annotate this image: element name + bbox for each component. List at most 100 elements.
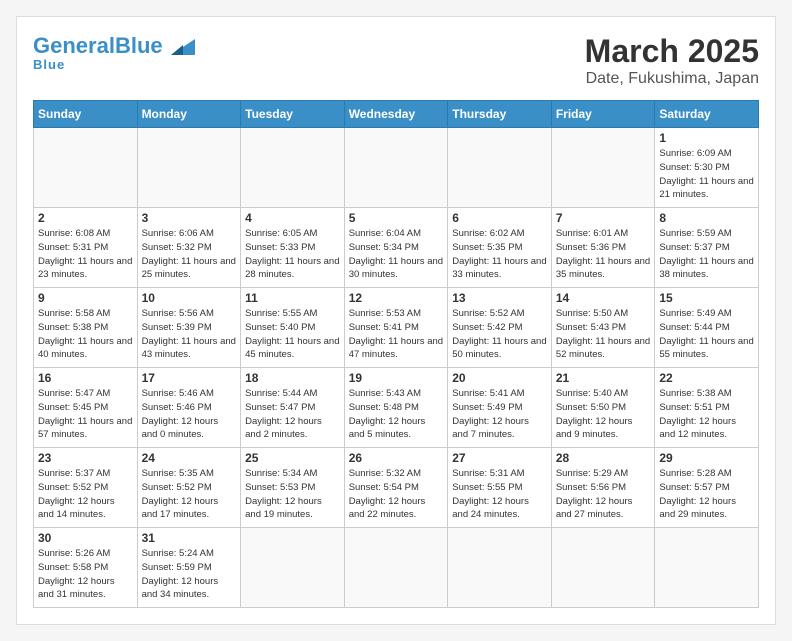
calendar-cell: 31 Sunrise: 5:24 AM Sunset: 5:59 PM Dayli…: [137, 528, 241, 608]
calendar-cell: 17 Sunrise: 5:46 AM Sunset: 5:46 PM Dayli…: [137, 368, 241, 448]
day-number: 4: [245, 211, 340, 225]
day-number: 6: [452, 211, 547, 225]
day-info: Sunrise: 5:53 AM Sunset: 5:41 PM Dayligh…: [349, 307, 444, 362]
calendar-cell: [34, 128, 138, 208]
day-number: 11: [245, 291, 340, 305]
day-header-saturday: Saturday: [655, 101, 759, 128]
day-info: Sunrise: 5:47 AM Sunset: 5:45 PM Dayligh…: [38, 387, 133, 442]
calendar-subtitle: Date, Fukushima, Japan: [585, 70, 759, 88]
calendar-cell: [137, 128, 241, 208]
day-number: 30: [38, 531, 133, 545]
calendar-week-3: 16Sunrise: 5:47 AM Sunset: 5:45 PM Dayli…: [34, 368, 759, 448]
calendar-week-5: 30Sunrise: 5:26 AM Sunset: 5:58 PM Dayli…: [34, 528, 759, 608]
day-number: 13: [452, 291, 547, 305]
day-number: 29: [659, 451, 754, 465]
calendar-cell: 10 Sunrise: 5:56 AM Sunset: 5:39 PM Dayli…: [137, 288, 241, 368]
calendar-cell: 15Sunrise: 5:49 AM Sunset: 5:44 PM Dayli…: [655, 288, 759, 368]
day-info: Sunrise: 5:37 AM Sunset: 5:52 PM Dayligh…: [38, 467, 133, 522]
calendar-week-0: 1Sunrise: 6:09 AM Sunset: 5:30 PM Daylig…: [34, 128, 759, 208]
day-header-thursday: Thursday: [448, 101, 552, 128]
logo-icon: [167, 31, 195, 59]
day-info: Sunrise: 5:32 AM Sunset: 5:54 PM Dayligh…: [349, 467, 444, 522]
day-info: Sunrise: 5:59 AM Sunset: 5:37 PM Dayligh…: [659, 227, 754, 282]
calendar-cell: [344, 128, 448, 208]
calendar-cell: 9 Sunrise: 5:58 AM Sunset: 5:38 PM Daylig…: [34, 288, 138, 368]
day-info: Sunrise: 6:05 AM Sunset: 5:33 PM Dayligh…: [245, 227, 340, 282]
day-number: 26: [349, 451, 444, 465]
calendar-cell: 14Sunrise: 5:50 AM Sunset: 5:43 PM Dayli…: [551, 288, 655, 368]
calendar-cell: 25Sunrise: 5:34 AM Sunset: 5:53 PM Dayli…: [241, 448, 345, 528]
header: GeneralBlue Blue March 2025 Date, Fukush…: [33, 33, 759, 88]
calendar-cell: [655, 528, 759, 608]
day-info: Sunrise: 6:02 AM Sunset: 5:35 PM Dayligh…: [452, 227, 547, 282]
calendar-cell: 7 Sunrise: 6:01 AM Sunset: 5:36 PM Daylig…: [551, 208, 655, 288]
day-header-monday: Monday: [137, 101, 241, 128]
day-number: 8: [659, 211, 754, 225]
day-info: Sunrise: 6:08 AM Sunset: 5:31 PM Dayligh…: [38, 227, 133, 282]
calendar-cell: 1Sunrise: 6:09 AM Sunset: 5:30 PM Daylig…: [655, 128, 759, 208]
day-number: 17: [142, 371, 237, 385]
day-number: 5: [349, 211, 444, 225]
day-info: Sunrise: 5:34 AM Sunset: 5:53 PM Dayligh…: [245, 467, 340, 522]
calendar-cell: [551, 128, 655, 208]
day-info: Sunrise: 6:06 AM Sunset: 5:32 PM Dayligh…: [142, 227, 237, 282]
calendar-cell: 28 Sunrise: 5:29 AM Sunset: 5:56 PM Dayli…: [551, 448, 655, 528]
title-block: March 2025 Date, Fukushima, Japan: [585, 33, 759, 88]
day-info: Sunrise: 5:43 AM Sunset: 5:48 PM Dayligh…: [349, 387, 444, 442]
day-info: Sunrise: 6:01 AM Sunset: 5:36 PM Dayligh…: [556, 227, 651, 282]
day-info: Sunrise: 5:55 AM Sunset: 5:40 PM Dayligh…: [245, 307, 340, 362]
logo-subtitle: Blue: [33, 57, 65, 72]
day-number: 10: [142, 291, 237, 305]
calendar-cell: 20Sunrise: 5:41 AM Sunset: 5:49 PM Dayli…: [448, 368, 552, 448]
calendar-week-1: 2Sunrise: 6:08 AM Sunset: 5:31 PM Daylig…: [34, 208, 759, 288]
calendar-cell: [241, 528, 345, 608]
day-number: 18: [245, 371, 340, 385]
day-info: Sunrise: 5:50 AM Sunset: 5:43 PM Dayligh…: [556, 307, 651, 362]
calendar-cell: 27 Sunrise: 5:31 AM Sunset: 5:55 PM Dayli…: [448, 448, 552, 528]
day-number: 21: [556, 371, 651, 385]
calendar-cell: 19Sunrise: 5:43 AM Sunset: 5:48 PM Dayli…: [344, 368, 448, 448]
calendar-cell: 23 Sunrise: 5:37 AM Sunset: 5:52 PM Dayli…: [34, 448, 138, 528]
calendar-cell: 8 Sunrise: 5:59 AM Sunset: 5:37 PM Daylig…: [655, 208, 759, 288]
day-number: 9: [38, 291, 133, 305]
day-info: Sunrise: 5:31 AM Sunset: 5:55 PM Dayligh…: [452, 467, 547, 522]
day-number: 27: [452, 451, 547, 465]
calendar-cell: 4 Sunrise: 6:05 AM Sunset: 5:33 PM Daylig…: [241, 208, 345, 288]
day-info: Sunrise: 5:38 AM Sunset: 5:51 PM Dayligh…: [659, 387, 754, 442]
day-number: 3: [142, 211, 237, 225]
day-info: Sunrise: 6:04 AM Sunset: 5:34 PM Dayligh…: [349, 227, 444, 282]
calendar-table: SundayMondayTuesdayWednesdayThursdayFrid…: [33, 100, 759, 608]
calendar-week-4: 23 Sunrise: 5:37 AM Sunset: 5:52 PM Dayli…: [34, 448, 759, 528]
calendar-cell: 18Sunrise: 5:44 AM Sunset: 5:47 PM Dayli…: [241, 368, 345, 448]
day-number: 20: [452, 371, 547, 385]
calendar-cell: 21 Sunrise: 5:40 AM Sunset: 5:50 PM Dayli…: [551, 368, 655, 448]
calendar-cell: 29Sunrise: 5:28 AM Sunset: 5:57 PM Dayli…: [655, 448, 759, 528]
calendar-cell: 26 Sunrise: 5:32 AM Sunset: 5:54 PM Dayli…: [344, 448, 448, 528]
day-info: Sunrise: 5:40 AM Sunset: 5:50 PM Dayligh…: [556, 387, 651, 442]
calendar-cell: 12Sunrise: 5:53 AM Sunset: 5:41 PM Dayli…: [344, 288, 448, 368]
day-info: Sunrise: 5:46 AM Sunset: 5:46 PM Dayligh…: [142, 387, 237, 442]
page: GeneralBlue Blue March 2025 Date, Fukush…: [16, 16, 776, 625]
day-info: Sunrise: 5:35 AM Sunset: 5:52 PM Dayligh…: [142, 467, 237, 522]
day-info: Sunrise: 5:49 AM Sunset: 5:44 PM Dayligh…: [659, 307, 754, 362]
day-number: 28: [556, 451, 651, 465]
day-info: Sunrise: 6:09 AM Sunset: 5:30 PM Dayligh…: [659, 147, 754, 202]
day-number: 23: [38, 451, 133, 465]
calendar-cell: [448, 128, 552, 208]
calendar-cell: 24Sunrise: 5:35 AM Sunset: 5:52 PM Dayli…: [137, 448, 241, 528]
calendar-cell: 3 Sunrise: 6:06 AM Sunset: 5:32 PM Daylig…: [137, 208, 241, 288]
day-info: Sunrise: 5:58 AM Sunset: 5:38 PM Dayligh…: [38, 307, 133, 362]
day-header-sunday: Sunday: [34, 101, 138, 128]
day-info: Sunrise: 5:56 AM Sunset: 5:39 PM Dayligh…: [142, 307, 237, 362]
day-info: Sunrise: 5:29 AM Sunset: 5:56 PM Dayligh…: [556, 467, 651, 522]
logo-text: GeneralBlue: [33, 35, 163, 57]
calendar-cell: [551, 528, 655, 608]
calendar-cell: 13Sunrise: 5:52 AM Sunset: 5:42 PM Dayli…: [448, 288, 552, 368]
day-number: 7: [556, 211, 651, 225]
day-info: Sunrise: 5:24 AM Sunset: 5:59 PM Dayligh…: [142, 547, 237, 602]
calendar-cell: 16Sunrise: 5:47 AM Sunset: 5:45 PM Dayli…: [34, 368, 138, 448]
day-number: 22: [659, 371, 754, 385]
day-number: 31: [142, 531, 237, 545]
calendar-cell: 30Sunrise: 5:26 AM Sunset: 5:58 PM Dayli…: [34, 528, 138, 608]
calendar-cell: 6 Sunrise: 6:02 AM Sunset: 5:35 PM Daylig…: [448, 208, 552, 288]
